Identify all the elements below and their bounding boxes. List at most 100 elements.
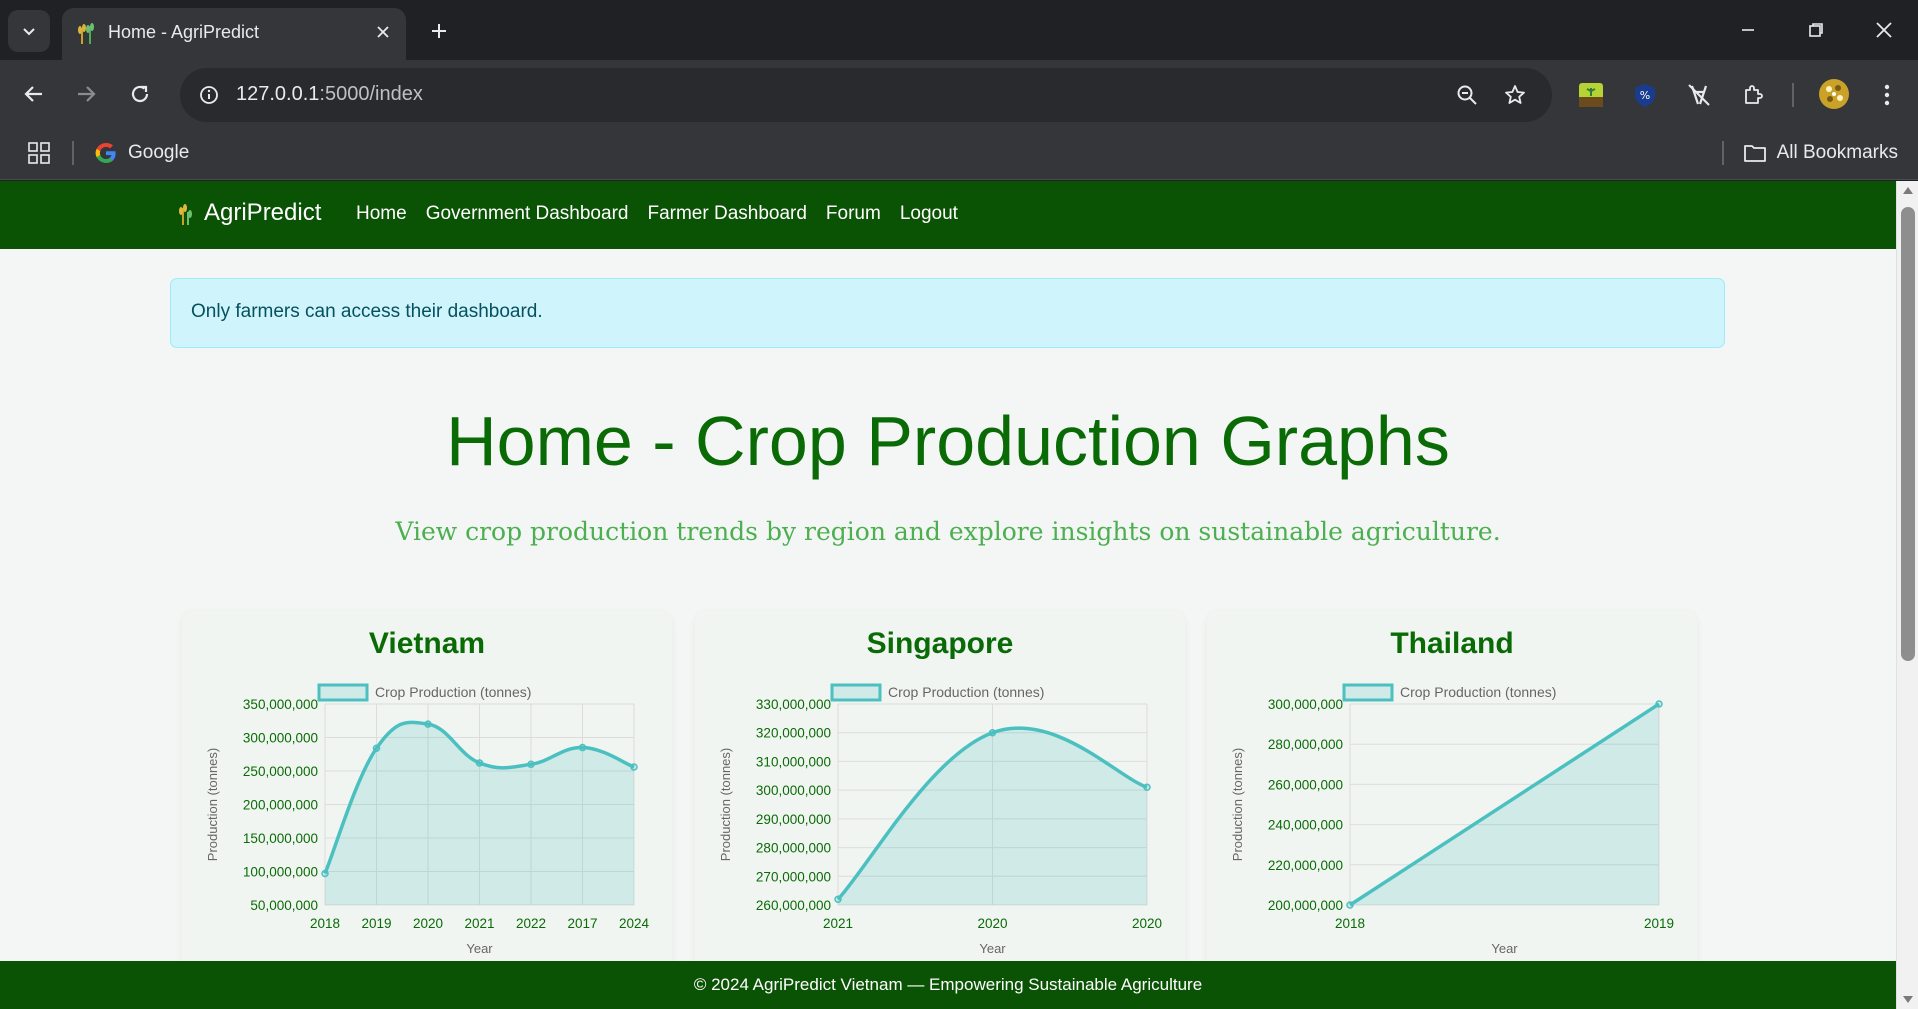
tab-strip: Home - AgriPredict — [0, 0, 1918, 60]
chart-card-singapore: Singapore Crop Production (tonnes) 330,00… — [695, 611, 1185, 1009]
nav-farmer-dashboard[interactable]: Farmer Dashboard — [647, 203, 806, 225]
new-tab-button[interactable] — [420, 12, 458, 50]
chevron-down-icon — [23, 28, 35, 36]
profile-avatar-button[interactable] — [1816, 76, 1852, 112]
brand-link[interactable]: AgriPredict — [174, 199, 321, 227]
extension-green-button[interactable] — [1574, 78, 1608, 112]
scrollbar-thumb[interactable] — [1901, 207, 1915, 661]
bookmarks-separator — [1722, 141, 1724, 165]
tab-close-button[interactable] — [368, 17, 398, 47]
y-axis-title: Production (tonnes) — [1230, 748, 1245, 861]
brand-name: AgriPredict — [204, 199, 322, 226]
google-logo-icon — [95, 143, 116, 163]
x-axis-title: Year — [1491, 941, 1518, 956]
y-tick-label: 300,000,000 — [243, 731, 318, 746]
nav-government-dashboard[interactable]: Government Dashboard — [426, 203, 629, 225]
y-axis-title: Production (tonnes) — [718, 748, 733, 861]
nav-links: Home Government Dashboard Farmer Dashboa… — [356, 203, 958, 225]
tab-search-button[interactable] — [8, 10, 50, 52]
plus-icon — [432, 24, 446, 38]
browser-toolbar: 127.0.0.1:5000/index % — [0, 60, 1918, 126]
x-tick-label: 2018 — [1335, 916, 1365, 931]
x-axis-title: Year — [979, 941, 1006, 956]
extension-ribbon-button[interactable] — [1682, 78, 1716, 112]
legend-swatch — [1342, 683, 1394, 702]
svg-text:%: % — [1640, 89, 1650, 102]
x-tick-label: 2020 — [1132, 916, 1162, 931]
url-text: 127.0.0.1:5000/index — [236, 83, 423, 106]
y-tick-label: 220,000,000 — [1268, 858, 1343, 873]
close-window-button[interactable] — [1862, 8, 1906, 52]
y-tick-label: 310,000,000 — [756, 754, 831, 769]
x-tick-label: 2019 — [361, 916, 391, 931]
y-tick-label: 260,000,000 — [756, 898, 831, 913]
wheat-favicon-icon — [78, 23, 94, 44]
x-tick-label: 2020 — [977, 916, 1007, 931]
bookmarks-bar: Google All Bookmarks — [0, 126, 1918, 180]
close-icon — [377, 26, 389, 38]
page-subtitle: View crop production trends by region an… — [395, 517, 1501, 546]
minimize-button[interactable] — [1726, 8, 1770, 52]
arrow-right-icon — [78, 86, 96, 102]
y-tick-label: 280,000,000 — [1268, 737, 1343, 752]
wheat-icon — [179, 204, 192, 225]
y-tick-label: 240,000,000 — [1268, 818, 1343, 833]
data-point — [1143, 783, 1151, 792]
more-vertical-icon — [1884, 84, 1890, 106]
bookmark-star-button[interactable] — [1498, 78, 1532, 112]
y-tick-label: 200,000,000 — [1268, 898, 1343, 913]
browser-menu-button[interactable] — [1870, 78, 1904, 112]
data-point — [578, 743, 587, 752]
x-tick-label: 2021 — [464, 916, 494, 931]
url-path: :5000/index — [319, 83, 423, 105]
legend-label: Crop Production (tonnes) — [375, 684, 531, 700]
data-point — [630, 763, 638, 771]
toolbar-separator — [1792, 83, 1794, 107]
y-tick-label: 280,000,000 — [756, 841, 831, 856]
x-tick-label: 2017 — [567, 916, 597, 931]
y-tick-label: 250,000,000 — [243, 764, 318, 779]
info-alert: Only farmers can access their dashboard. — [170, 278, 1725, 348]
data-point — [1655, 700, 1663, 708]
back-button[interactable] — [12, 72, 56, 116]
minimize-icon — [1742, 29, 1754, 31]
apps-button[interactable] — [22, 136, 56, 170]
chart-vietnam: Crop Production (tonnes) 350,000,000 300,0… — [205, 683, 650, 956]
scroll-down-arrow[interactable] — [1903, 996, 1913, 1003]
y-tick-label: 260,000,000 — [1268, 777, 1343, 792]
bookmarks-separator — [72, 141, 74, 165]
page-viewport: AgriPredict Home Government Dashboard Fa… — [0, 181, 1896, 1009]
site-navbar: AgriPredict Home Government Dashboard Fa… — [0, 181, 1896, 249]
address-bar[interactable]: 127.0.0.1:5000/index — [180, 68, 1552, 122]
data-point — [475, 759, 484, 767]
extension-shield-button[interactable]: % — [1628, 78, 1662, 112]
scroll-up-arrow[interactable] — [1903, 187, 1913, 194]
y-tick-label: 320,000,000 — [756, 726, 831, 741]
browser-tab[interactable]: Home - AgriPredict — [62, 8, 406, 60]
info-icon — [200, 86, 218, 104]
bookmark-google[interactable]: Google — [94, 136, 189, 170]
legend-label: Crop Production (tonnes) — [1400, 684, 1556, 700]
data-point — [527, 760, 535, 769]
y-tick-label: 350,000,000 — [243, 697, 318, 712]
legend-swatch — [317, 683, 369, 702]
restore-button[interactable] — [1794, 8, 1838, 52]
nav-logout[interactable]: Logout — [900, 203, 958, 225]
chart-card-vietnam: Vietnam Crop Production (tonnes) 350,000,… — [182, 611, 672, 1009]
data-point — [321, 869, 329, 878]
nav-home[interactable]: Home — [356, 203, 407, 225]
page-scrollbar[interactable] — [1896, 181, 1918, 1009]
zoom-button[interactable] — [1450, 78, 1484, 112]
reload-button[interactable] — [118, 72, 162, 116]
site-info-button[interactable] — [192, 78, 226, 112]
all-bookmarks-button[interactable]: All Bookmarks — [1743, 136, 1898, 170]
zoom-out-icon — [1457, 85, 1477, 105]
y-tick-label: 50,000,000 — [250, 898, 318, 913]
y-tick-label: 300,000,000 — [1268, 697, 1343, 712]
puzzle-icon — [1745, 85, 1763, 104]
forward-button[interactable] — [64, 72, 108, 116]
data-point — [834, 895, 842, 904]
nav-forum[interactable]: Forum — [826, 203, 881, 225]
site-footer: © 2024 AgriPredict Vietnam — Empowering … — [0, 961, 1896, 1009]
extensions-button[interactable] — [1736, 78, 1770, 112]
